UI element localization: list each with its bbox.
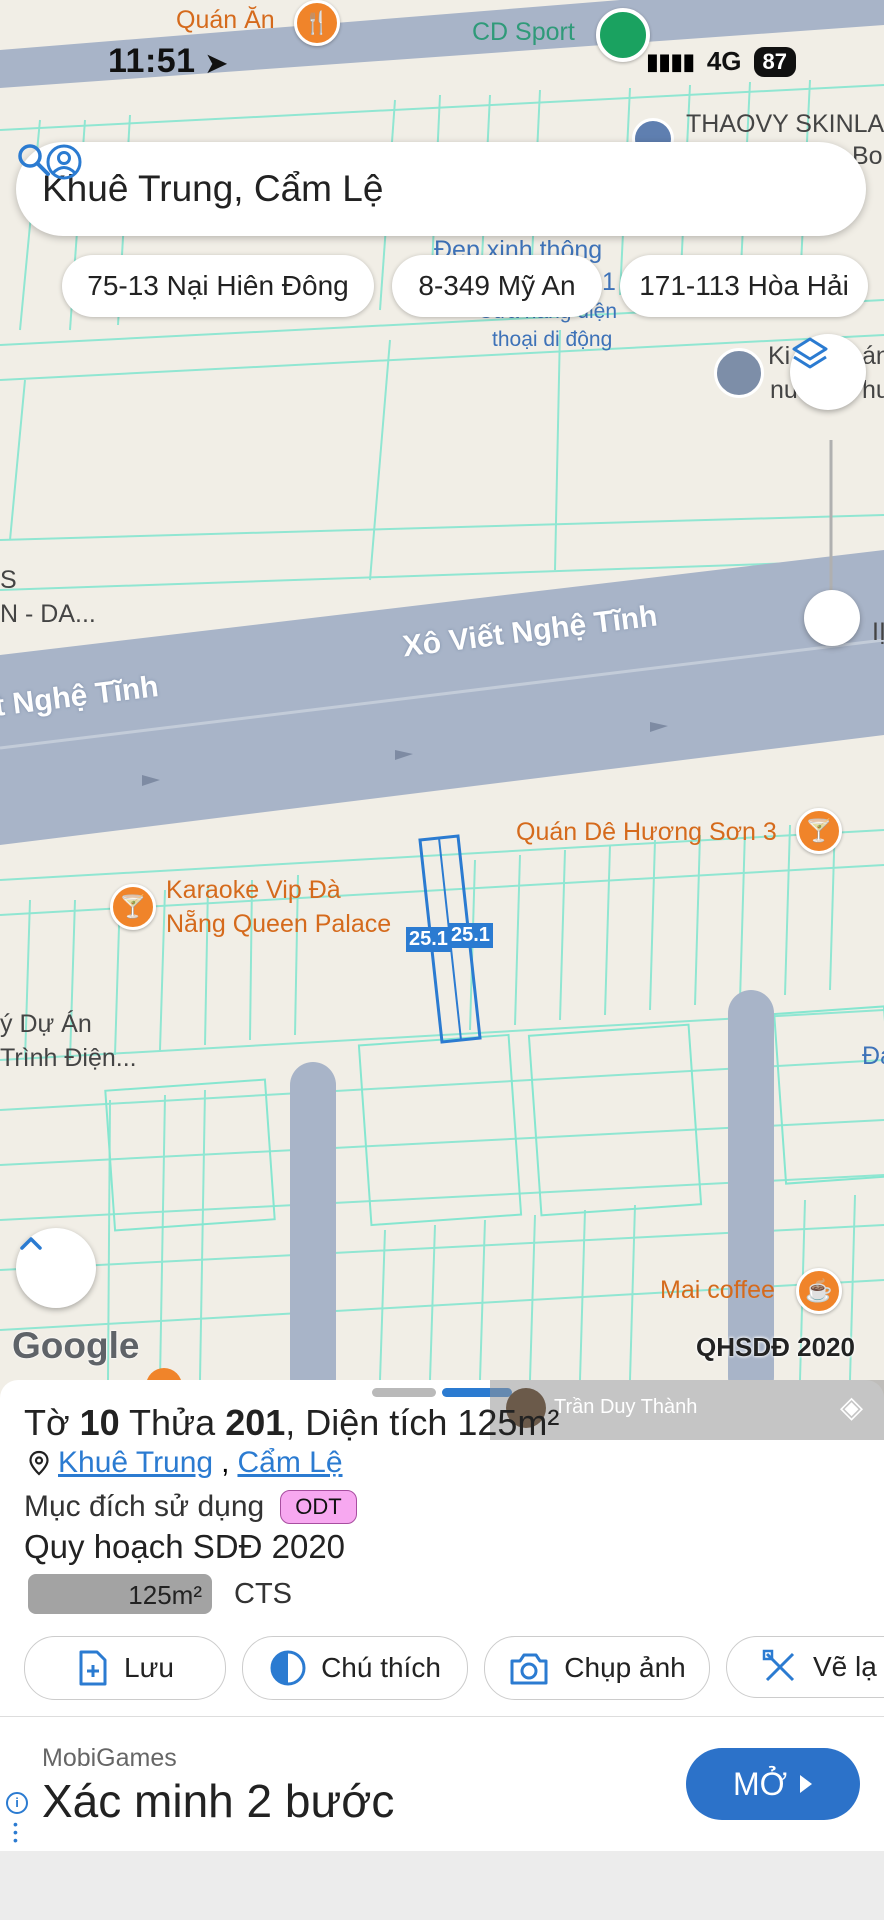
suggestion-chip[interactable]: 75-13 Nại Hiên Đông — [62, 255, 374, 317]
bar-icon[interactable]: 🍸 — [110, 884, 156, 930]
contrast-icon — [270, 1650, 306, 1686]
search-bar[interactable]: Khuê Trung, Cẩm Lệ — [16, 142, 866, 236]
annotate-button[interactable]: Chú thích — [242, 1636, 468, 1700]
location-arrow-icon: ➤ — [205, 48, 228, 78]
status-indicators: ▮▮▮▮ 4G 87 — [646, 46, 796, 77]
ad-brand: MobiGames — [42, 1744, 177, 1772]
map-source-label: QHSDĐ 2020 — [696, 1332, 855, 1362]
ad-title: Xác minh 2 bước — [42, 1775, 395, 1827]
location-pin-icon — [29, 1450, 49, 1476]
plan-title: Quy hoạch SDĐ 2020 — [24, 1528, 346, 1565]
status-time: 11:51 ➤ — [108, 42, 228, 80]
play-arrow-icon — [800, 1775, 813, 1793]
purpose-badge: ODT — [280, 1490, 357, 1524]
poi-label[interactable]: hu — [862, 376, 884, 405]
poi-label: Đa — [862, 1042, 884, 1070]
parcel-location: Khuê Trung, Cẩm Lệ — [28, 1446, 343, 1480]
expand-up-button[interactable] — [16, 1228, 96, 1308]
sheet-handle[interactable] — [372, 1388, 436, 1397]
ward-link[interactable]: Khuê Trung — [58, 1446, 213, 1480]
parcel-dimension-label: 25.1 — [448, 923, 493, 948]
map-view[interactable]: 25.1 25.1 Xô Viết Nghệ Tĩnh t Nghệ Tĩnh … — [0, 0, 884, 1400]
save-label: Lưu — [124, 1652, 174, 1683]
poi-label[interactable]: Nẵng Queen Palace — [166, 910, 391, 939]
battery-icon: 87 — [753, 46, 796, 77]
poi-label: N - DA... — [0, 600, 96, 628]
draw-button[interactable]: Vẽ lạ — [726, 1636, 884, 1698]
draw-label: Vẽ lạ — [813, 1651, 877, 1682]
layers-watermark-icon: ◈ — [840, 1391, 864, 1424]
parcel-dimension-label: 25.1 — [406, 927, 451, 952]
poi-label[interactable]: Quán Ăn — [176, 6, 275, 35]
separator: , — [221, 1446, 230, 1479]
ad-open-label: MỞ — [732, 1765, 788, 1802]
poi-label: Trình Điện... — [0, 1044, 137, 1072]
chevron-up-icon — [20, 1237, 42, 1250]
network-label: 4G — [706, 46, 742, 76]
poi-label[interactable]: Quán Dê Hương Sơn 3 — [516, 818, 777, 847]
poi-label[interactable]: thoại di động — [492, 328, 612, 352]
parcel-title: Tờ 10 Thửa 201, Diện tích 125m² — [24, 1402, 560, 1443]
location-pin-icon[interactable] — [596, 8, 650, 62]
signal-icon: ▮▮▮▮ — [646, 48, 695, 74]
poi-label[interactable]: THAOVY SKINLA — [686, 110, 884, 139]
bar-icon[interactable]: 🍸 — [796, 808, 842, 854]
poi-label[interactable]: CD Sport — [472, 18, 575, 47]
area-bar: 125m² — [28, 1574, 212, 1614]
layers-icon — [792, 337, 828, 369]
search-input[interactable]: Khuê Trung, Cẩm Lệ — [42, 168, 866, 210]
bank-icon[interactable] — [714, 348, 764, 398]
poi-label: IỊ — [872, 618, 884, 646]
add-file-icon — [79, 1650, 107, 1686]
ad-info-icon[interactable]: i — [6, 1792, 28, 1814]
poi-label: S — [0, 566, 17, 594]
suggestion-chip[interactable]: 171-113 Hòa Hải — [620, 255, 868, 317]
photo-button[interactable]: Chụp ảnh — [484, 1636, 710, 1700]
restaurant-icon[interactable]: 🍴 — [294, 0, 340, 46]
poi-label[interactable]: Karaoke Vip Đà — [166, 876, 341, 905]
poi-label[interactable]: Mai coffee — [660, 1276, 775, 1305]
zoom-slider-thumb[interactable] — [804, 590, 860, 646]
poi-label[interactable]: Ki — [768, 342, 790, 371]
purpose-label: Mục đích sử dụng — [24, 1490, 265, 1523]
area-code: CTS — [234, 1578, 292, 1610]
ad-more-icon[interactable]: • • • — [13, 1817, 18, 1847]
ad-open-button[interactable]: MỞ — [686, 1748, 860, 1820]
district-link[interactable]: Cẩm Lệ — [237, 1446, 342, 1480]
save-button[interactable]: Lưu — [24, 1636, 226, 1700]
ruler-pencil-icon — [762, 1649, 795, 1682]
land-use-purpose: Mục đích sử dụng ODT — [24, 1490, 357, 1524]
camera-add-icon — [510, 1653, 548, 1685]
annotate-label: Chú thích — [321, 1652, 441, 1683]
layers-button[interactable] — [790, 334, 866, 410]
cafe-icon[interactable]: ☕ — [796, 1268, 842, 1314]
google-logo: Google — [12, 1325, 140, 1366]
photo-label: Chụp ảnh — [564, 1652, 686, 1683]
poi-label: ý Dự Án — [0, 1010, 92, 1038]
poi-label[interactable]: 1 — [602, 268, 616, 297]
suggestion-chip[interactable]: 8-349 Mỹ An — [392, 255, 602, 317]
user-name: Trần Duy Thành — [554, 1396, 698, 1418]
search-icon[interactable] — [16, 142, 52, 178]
